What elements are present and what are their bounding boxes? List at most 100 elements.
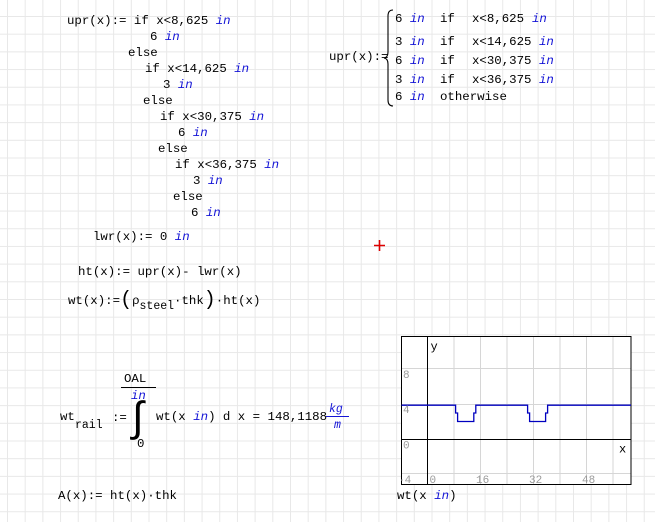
piecewise-lhs: upr(x):=	[329, 51, 389, 64]
area-definition[interactable]: A(x):= ht(x)·thk	[58, 490, 177, 503]
x-tick-48: 48	[582, 475, 595, 486]
lower-limit: 0	[137, 438, 144, 451]
if-block-line: if x<30,375 in	[160, 111, 264, 124]
unit-in: in	[216, 14, 231, 28]
ht-definition[interactable]: ht(x):= upr(x)- lwr(x)	[78, 266, 242, 279]
expr-text: 6	[191, 206, 206, 220]
expr-text: else	[158, 142, 188, 156]
unit-in: in	[434, 489, 449, 503]
rail-subscript: rail	[75, 419, 103, 432]
expr-text: else	[173, 190, 203, 204]
if-block-line: 6 in	[191, 207, 221, 220]
unit-m: m	[334, 419, 341, 432]
case-keyword: if	[440, 74, 455, 87]
expr-text: if x<14,625	[145, 62, 234, 76]
case-keyword: if	[440, 36, 455, 49]
expr-text: if x<36,375	[175, 158, 264, 172]
expr-text: else	[128, 46, 158, 60]
piecewise-row: 3 inifx<14,625 in	[395, 36, 425, 49]
unit-in: in	[410, 90, 425, 104]
piecewise-row: 6 inifx<30,375 in	[395, 55, 425, 68]
y-tick-neg4: -4	[401, 475, 412, 486]
unit-in: in	[249, 110, 264, 124]
smath-worksheet: upr(x):= if x<8,625 in 6 in else if x<14…	[0, 0, 655, 522]
expr-text: wt(x):=	[68, 295, 120, 308]
expr-text: wt	[60, 411, 75, 424]
unit-kg: kg	[329, 403, 343, 416]
piecewise-row: 6 inifx<8,625 in	[395, 13, 425, 26]
y-tick-8: 8	[403, 370, 410, 382]
y-tick-0: 0	[403, 441, 410, 453]
insertion-cursor-icon[interactable]	[374, 240, 386, 252]
assign-operator: :=	[112, 412, 127, 425]
expr-text: 6	[178, 126, 193, 140]
expr-text: 3	[163, 78, 178, 92]
wt-plot[interactable]: 8 4 0 -4 0 16 32 48 y x	[401, 336, 632, 486]
case-condition: x<14,625	[472, 36, 539, 49]
case-value: 6	[395, 54, 410, 68]
case-condition: x<36,375	[472, 74, 539, 87]
integrand: wt(x in) d x = 148,1188	[156, 411, 327, 424]
unit-in: in	[206, 206, 221, 220]
left-paren: (	[120, 292, 132, 310]
unit-in: in	[410, 35, 425, 49]
y-tick-4: 4	[403, 405, 410, 417]
plot-border	[402, 337, 632, 485]
expr-text: 3	[193, 174, 208, 188]
if-block-line: 6 in	[178, 127, 208, 140]
case-condition: x<30,375	[472, 55, 539, 68]
case-value: 6	[395, 12, 410, 26]
plot-caption[interactable]: wt(x in)	[397, 490, 457, 503]
expr-text: 6	[150, 30, 165, 44]
expr-text: lwr(x):= 0	[93, 230, 175, 244]
unit-in: in	[532, 13, 547, 26]
piecewise-brace-icon	[382, 8, 396, 109]
if-block-line: upr(x):= if x<8,625 in	[67, 15, 231, 28]
unit-in: in	[264, 158, 279, 172]
piecewise-row: 6 inotherwise	[395, 91, 425, 104]
wt-definition[interactable]: wt(x):=(ρsteel·thk)·ht(x)	[68, 290, 260, 312]
unit-in: in	[410, 73, 425, 87]
x-tick-0: 0	[430, 475, 437, 486]
if-block-line: else	[173, 191, 203, 204]
unit-in: in	[539, 55, 554, 68]
unit-in: in	[410, 54, 425, 68]
piecewise-row: 3 inifx<36,375 in	[395, 74, 425, 87]
y-axis-label: y	[431, 340, 438, 354]
unit-in: in	[175, 230, 190, 244]
if-block-line: 6 in	[150, 31, 180, 44]
case-condition: x<8,625	[472, 13, 532, 26]
unit-in: in	[193, 126, 208, 140]
case-value: 6	[395, 90, 410, 104]
if-block-line: if x<14,625 in	[145, 63, 249, 76]
unit-fraction-bar	[326, 416, 349, 417]
lwr-definition[interactable]: lwr(x):= 0 in	[93, 231, 190, 244]
unit-in: in	[208, 174, 223, 188]
case-keyword: if	[440, 55, 455, 68]
rail-weight-integral[interactable]: wt rail := OAL in ∫ 0 wt(x in) d x = 148…	[58, 370, 368, 455]
steel-subscript: steel	[140, 300, 175, 313]
if-block-line: else	[158, 143, 188, 156]
case-value: 3	[395, 73, 410, 87]
rho-symbol: ρ	[132, 295, 139, 308]
unit-in: in	[539, 36, 554, 49]
case-keyword: otherwise	[440, 91, 507, 104]
unit-in: in	[410, 12, 425, 26]
if-block-line: 3 in	[163, 79, 193, 92]
result-value: ) d x = 148,1188	[208, 410, 327, 424]
expr-text: if x<30,375	[160, 110, 249, 124]
if-block-line: 3 in	[193, 175, 223, 188]
unit-in: in	[193, 410, 208, 424]
unit-in: in	[234, 62, 249, 76]
unit-in: in	[178, 78, 193, 92]
expr-text: wt(x	[397, 489, 434, 503]
expr-text: upr(x):= if x<8,625	[67, 14, 216, 28]
expr-text: )	[449, 489, 456, 503]
expr-text: else	[143, 94, 173, 108]
unit-in: in	[539, 74, 554, 87]
if-block-line: else	[128, 47, 158, 60]
unit-in: in	[165, 30, 180, 44]
case-value: 3	[395, 35, 410, 49]
upper-limit-numerator: OAL	[124, 373, 146, 386]
expr-text: wt(x	[156, 410, 193, 424]
